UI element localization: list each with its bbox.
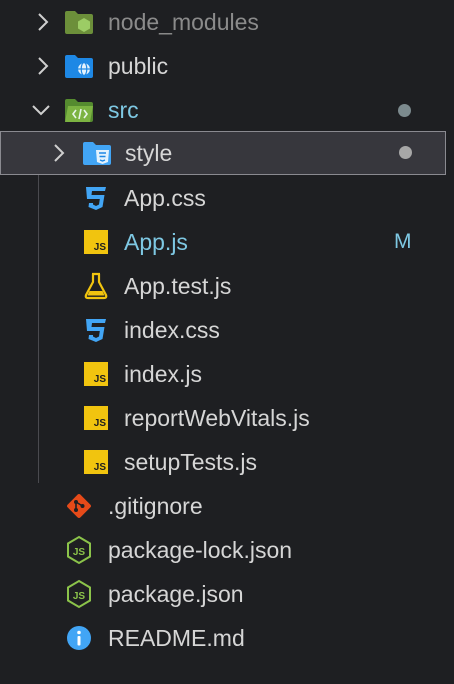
node-modules-folder-icon bbox=[64, 7, 94, 37]
file-explorer: node_modules public src style App.css JS… bbox=[0, 0, 454, 684]
tree-item-index-css[interactable]: index.css bbox=[0, 308, 446, 352]
tree-item-style[interactable]: style bbox=[0, 131, 446, 175]
chevron-right-icon[interactable] bbox=[32, 11, 54, 33]
git-status-badge: M bbox=[394, 230, 412, 253]
chevron-right-icon[interactable] bbox=[32, 55, 54, 77]
modified-dot-indicator bbox=[398, 104, 411, 117]
tree-item-label: src bbox=[108, 97, 139, 123]
tree-item-label: App.js bbox=[124, 229, 188, 255]
tree-item-label: .gitignore bbox=[108, 493, 203, 519]
tree-item-label: App.css bbox=[124, 185, 206, 211]
tree-item-label: reportWebVitals.js bbox=[124, 405, 310, 431]
test-flask-icon bbox=[81, 271, 111, 301]
tree-item-label: package.json bbox=[108, 581, 244, 607]
js-icon: JS bbox=[81, 447, 111, 477]
tree-item-gitignore[interactable]: .gitignore bbox=[0, 484, 446, 528]
tree-item-label: index.css bbox=[124, 317, 220, 343]
chevron-right-icon[interactable] bbox=[48, 142, 70, 164]
tree-item-node-modules[interactable]: node_modules bbox=[0, 0, 446, 44]
tree-item-report-web-vitals-js[interactable]: JS reportWebVitals.js bbox=[0, 396, 446, 440]
tree-item-readme-md[interactable]: README.md bbox=[0, 616, 446, 660]
tree-item-label: style bbox=[125, 140, 173, 166]
git-icon bbox=[64, 491, 94, 521]
css-icon bbox=[81, 315, 111, 345]
tree-item-label: setupTests.js bbox=[124, 449, 257, 475]
js-icon: JS bbox=[81, 227, 111, 257]
tree-item-label: node_modules bbox=[108, 9, 259, 35]
tree-item-label: index.js bbox=[124, 361, 202, 387]
tree-item-package-lock-json[interactable]: JS package-lock.json bbox=[0, 528, 446, 572]
tree-item-label: package-lock.json bbox=[108, 537, 293, 563]
public-folder-icon bbox=[64, 51, 94, 81]
tree-item-app-test-js[interactable]: App.test.js bbox=[0, 264, 446, 308]
nodejs-icon: JS bbox=[64, 579, 94, 609]
tree-item-src[interactable]: src bbox=[0, 88, 446, 132]
svg-text:JS: JS bbox=[73, 547, 86, 558]
info-icon bbox=[64, 623, 94, 653]
tree-item-public[interactable]: public bbox=[0, 44, 446, 88]
js-icon: JS bbox=[81, 359, 111, 389]
svg-text:JS: JS bbox=[73, 591, 86, 602]
tree-item-index-js[interactable]: JS index.js bbox=[0, 352, 446, 396]
nodejs-icon: JS bbox=[64, 535, 94, 565]
tree-item-label: README.md bbox=[108, 625, 245, 651]
tree-item-app-css[interactable]: App.css bbox=[0, 176, 446, 220]
style-folder-icon bbox=[82, 138, 112, 168]
js-icon: JS bbox=[81, 403, 111, 433]
chevron-down-icon[interactable] bbox=[30, 99, 52, 121]
tree-item-app-js[interactable]: JS App.js M bbox=[0, 220, 446, 264]
tree-item-setup-tests-js[interactable]: JS setupTests.js bbox=[0, 440, 446, 484]
css-icon bbox=[81, 183, 111, 213]
tree-item-label: public bbox=[108, 53, 169, 79]
src-folder-icon bbox=[64, 95, 94, 125]
tree-item-package-json[interactable]: JS package.json bbox=[0, 572, 446, 616]
modified-dot-indicator bbox=[399, 146, 412, 159]
tree-item-label: App.test.js bbox=[124, 273, 232, 299]
